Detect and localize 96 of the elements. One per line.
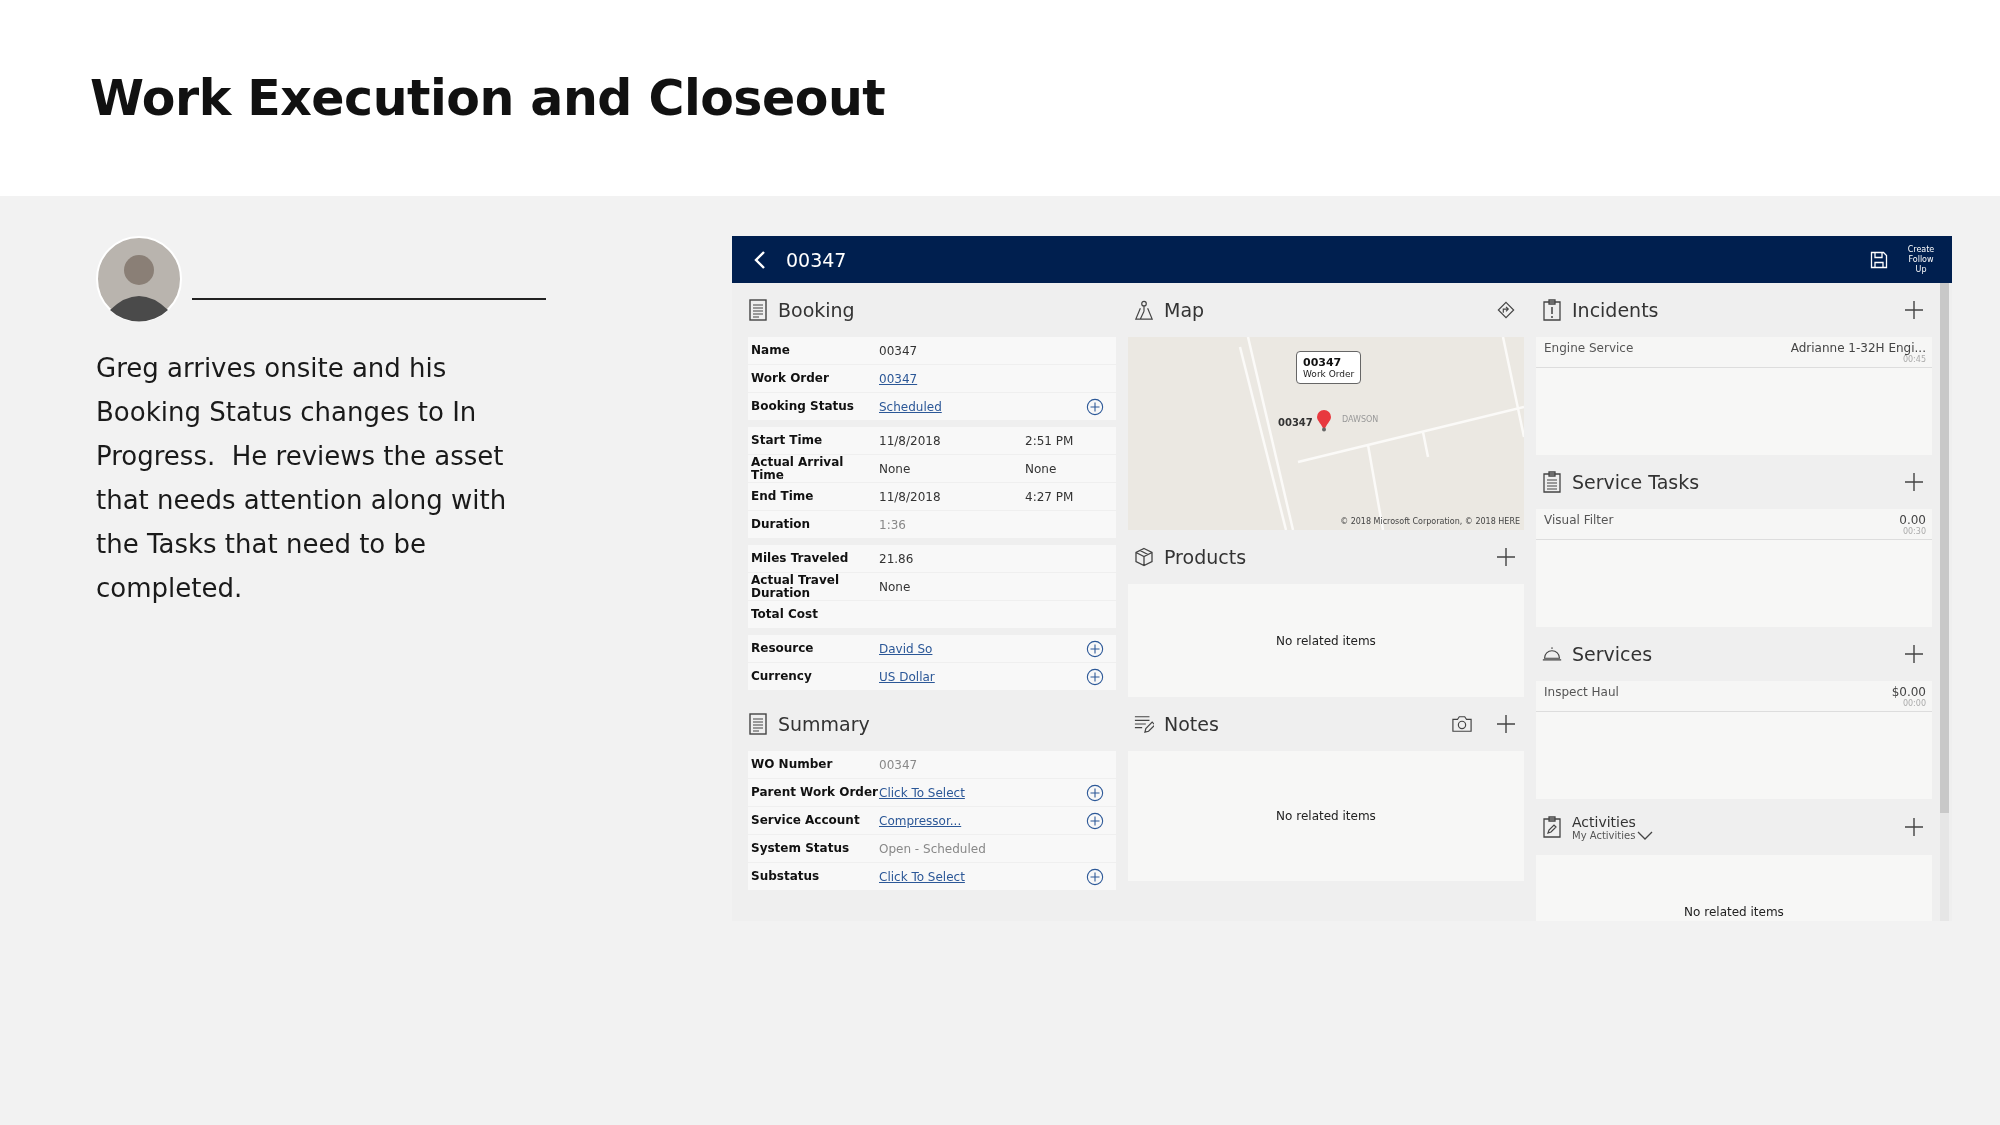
clipboard-list-icon — [1542, 471, 1562, 493]
field-label: Start Time — [751, 434, 824, 447]
section-title: Notes — [1164, 713, 1219, 735]
field-label: Currency — [751, 670, 813, 683]
field-label: Total Cost — [751, 608, 819, 621]
empty-message: No related items — [1276, 809, 1376, 823]
add-circle-icon[interactable] — [1086, 639, 1104, 658]
clipboard-pen-icon — [1542, 816, 1562, 838]
field-label: Actual Arrival Time — [751, 455, 845, 482]
field-value: 11/8/2018 — [879, 489, 942, 504]
map-pin-icon — [1134, 299, 1154, 321]
section-title: Services — [1572, 643, 1653, 665]
add-icon[interactable] — [1496, 547, 1516, 567]
field-link[interactable]: Compressor... — [879, 813, 1025, 828]
notes-icon — [1134, 713, 1154, 735]
field-value: None — [879, 461, 912, 476]
section-title: Products — [1164, 546, 1247, 568]
add-circle-icon[interactable] — [1086, 811, 1104, 830]
field-link[interactable]: Click To Select — [879, 869, 1025, 884]
section-title: Summary — [778, 713, 870, 735]
slide-title: Work Execution and Closeout — [90, 69, 886, 127]
add-circle-icon[interactable] — [1086, 867, 1104, 886]
box-icon — [1134, 546, 1154, 568]
field-label: WO Number — [751, 758, 834, 771]
field-value: None — [879, 579, 912, 594]
clipboard-alert-icon — [1542, 299, 1562, 321]
camera-icon[interactable] — [1452, 715, 1472, 733]
avatar-icon — [96, 236, 182, 322]
field-label: Resource — [751, 642, 815, 655]
field-label: Miles Traveled — [751, 552, 850, 565]
field-link[interactable]: Click To Select — [879, 785, 1025, 800]
slide-paragraph: Greg arrives onsite and his Booking Status changes to In Progress. He reviews the asset that needs attention along with the Tasks that need to be completed. — [96, 352, 508, 605]
section-title: Booking — [778, 299, 855, 321]
field-label: End Time — [751, 490, 815, 503]
field-value: 00347 — [879, 343, 919, 358]
add-icon[interactable] — [1496, 714, 1516, 734]
item-name: Engine Service — [1544, 341, 1634, 357]
map[interactable]: 00347 Work Order 00347 DAWSON © 2018 Microsoft Corporation, © 2018 HERE — [1128, 337, 1524, 530]
map-copyright: © 2018 Microsoft Corporation, © 2018 HERE — [1340, 517, 1520, 526]
item-duration: 00:30 — [1902, 527, 1926, 536]
item-name: Visual Filter — [1544, 513, 1614, 529]
field-value: Open - Scheduled — [879, 841, 987, 856]
field-value: 00347 — [879, 757, 919, 772]
add-icon[interactable] — [1904, 817, 1924, 837]
callout-label: Work Order — [1303, 369, 1355, 379]
item-duration: 00:45 — [1902, 355, 1926, 364]
field-link[interactable]: Scheduled — [879, 399, 1025, 414]
activities-filter-dropdown[interactable]: My Activities — [1572, 829, 1654, 841]
field-label: Parent Work Order — [751, 786, 879, 799]
save-icon[interactable] — [1870, 250, 1888, 269]
field-label: System Status — [751, 842, 851, 855]
field-label: Substatus — [751, 870, 821, 883]
add-icon[interactable] — [1904, 644, 1924, 664]
section-title: Incidents — [1572, 299, 1659, 321]
field-value: 4:27 PM — [1025, 489, 1075, 504]
field-link[interactable]: David So — [879, 641, 1025, 656]
field-label: Work Order — [751, 372, 830, 385]
item-detail: Adrianne 1-32H Engi... — [1790, 341, 1926, 355]
field-link[interactable]: 00347 — [879, 371, 1025, 386]
document-list-icon — [748, 713, 768, 735]
pin-label: 00347 — [1278, 417, 1313, 428]
add-circle-icon[interactable] — [1086, 783, 1104, 802]
add-circle-icon[interactable] — [1086, 667, 1104, 686]
field-value: 21.86 — [879, 551, 915, 566]
field-value: 11/8/2018 — [879, 433, 942, 448]
map-pin-marker-icon[interactable] — [1317, 410, 1331, 432]
place-label: DAWSON — [1342, 415, 1379, 424]
item-duration: 00:00 — [1902, 699, 1926, 708]
directions-icon[interactable] — [1496, 301, 1516, 319]
field-label: Actual Travel Duration — [751, 573, 841, 600]
create-follow-up-button[interactable]: Create Follow Up — [1904, 244, 1938, 275]
field-label: Service Account — [751, 814, 861, 827]
item-name: Inspect Haul — [1544, 685, 1619, 701]
empty-message: No related items — [1684, 905, 1784, 919]
field-label: Name — [751, 344, 791, 357]
chevron-down-icon — [1637, 830, 1654, 840]
item-detail: $0.00 — [1891, 685, 1926, 699]
empty-message: No related items — [1276, 633, 1376, 648]
map-callout[interactable]: 00347 Work Order — [1296, 351, 1362, 384]
scrollbar-thumb[interactable] — [1940, 283, 1949, 813]
field-label: Booking Status — [751, 400, 855, 413]
add-circle-icon[interactable] — [1086, 397, 1104, 416]
item-detail: 0.00 — [1899, 513, 1926, 527]
record-title: 00347 — [786, 248, 847, 271]
add-icon[interactable] — [1904, 300, 1924, 320]
field-value: 2:51 PM — [1025, 433, 1075, 448]
document-list-icon — [748, 299, 768, 321]
add-icon[interactable] — [1904, 472, 1924, 492]
callout-id: 00347 — [1303, 356, 1343, 369]
section-title: Activities — [1572, 813, 1637, 830]
field-value: None — [1025, 461, 1058, 476]
field-value: 1:36 — [879, 517, 907, 532]
field-label: Duration — [751, 518, 812, 531]
section-title: Service Tasks — [1572, 471, 1700, 493]
section-title: Map — [1164, 299, 1205, 321]
field-link[interactable]: US Dollar — [879, 669, 1025, 684]
